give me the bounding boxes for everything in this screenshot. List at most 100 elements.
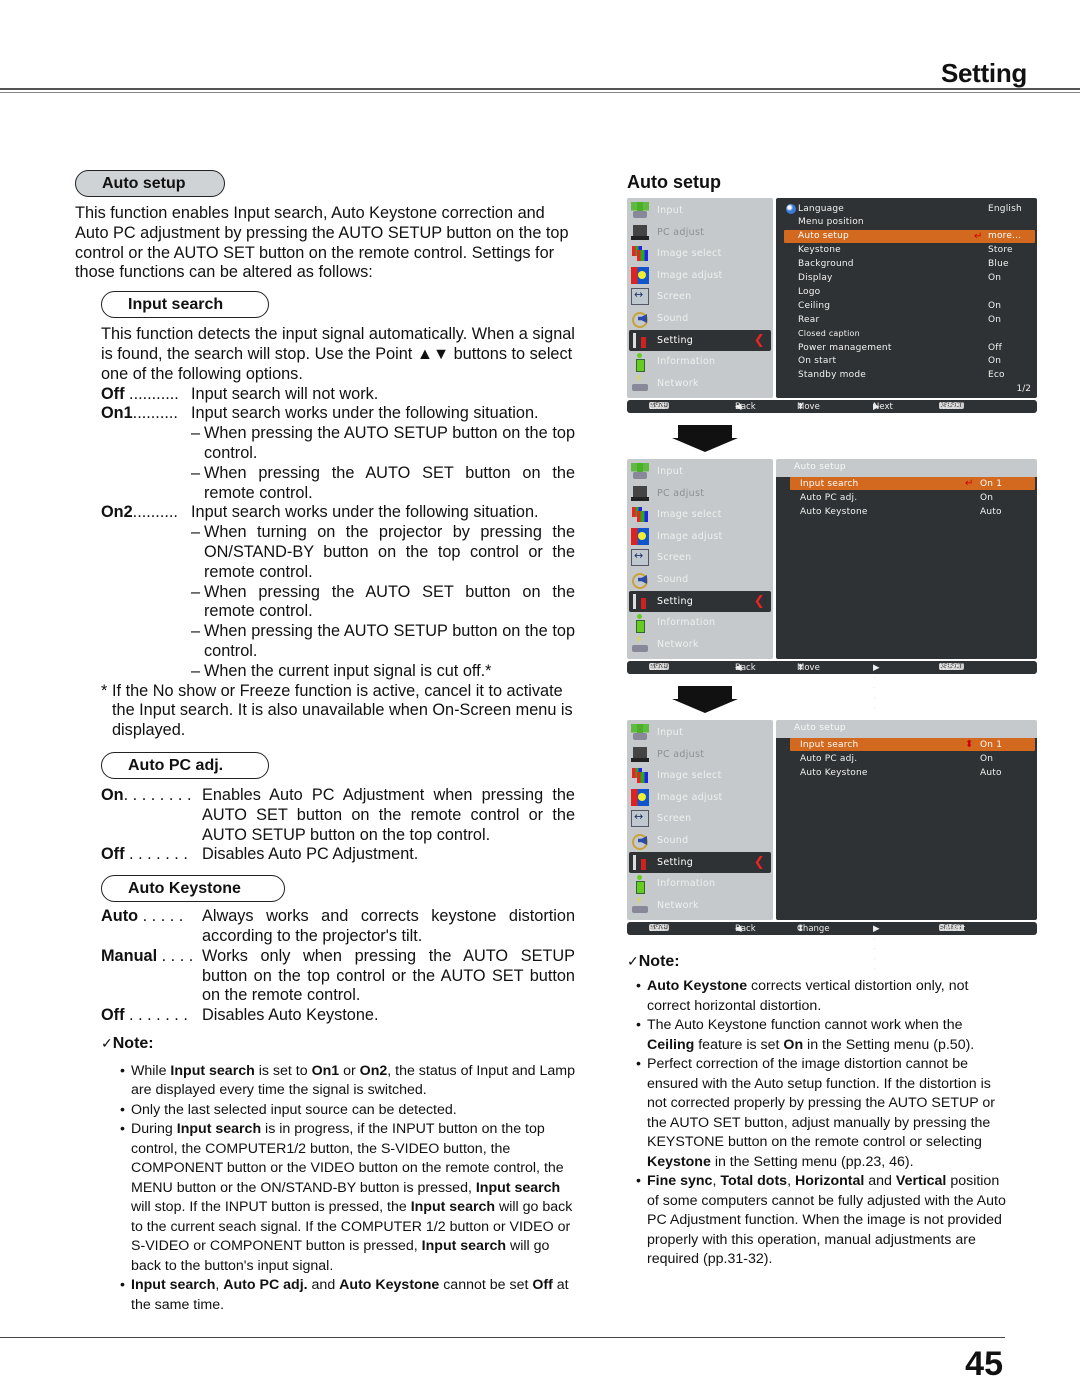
bold-term: Vertical — [895, 1173, 947, 1189]
osd-row-name: Input search — [800, 478, 859, 489]
submenu-title: Auto setup — [794, 462, 846, 472]
network-icon — [631, 894, 649, 914]
check-icon: ✓ — [101, 1034, 113, 1051]
note-item: • While Input search is set to On1 or On2… — [120, 1062, 575, 1101]
bullet: • — [120, 1121, 125, 1138]
footnote-mark: * — [101, 681, 108, 700]
osd-menu-label: Sound — [657, 574, 689, 585]
footnote: * If the No show or Freeze function is a… — [101, 682, 575, 741]
guide-label: Next — [873, 402, 893, 412]
setting-icon — [631, 854, 649, 871]
osd-menu-item-screen: Screen — [629, 808, 771, 829]
note-text: Auto Keystone corrects vertical distorti… — [647, 978, 969, 1014]
osd-menu-label: Input — [657, 466, 684, 477]
osd-menu-label: Image select — [657, 770, 722, 782]
left-notes: • While Input search is set to On1 or On2… — [120, 1062, 575, 1316]
osd-menu-label: Information — [657, 356, 716, 368]
osd-row-value: Blue — [988, 259, 1009, 270]
option-condition: – When pressing the AUTO SET button on th… — [191, 464, 575, 504]
option-key: Off . . . . . . . — [101, 1006, 202, 1026]
pc-adjust-icon — [631, 485, 649, 502]
input-icon — [631, 463, 649, 480]
intro-paragraph: This function enables Input search, Auto… — [75, 204, 569, 282]
osd-menu-item-information: Information — [629, 612, 771, 634]
down-arrow-icon — [672, 686, 738, 714]
footer-rule — [0, 1337, 1005, 1338]
osd-row-value: On — [980, 753, 994, 764]
osd-row-name: Auto Keystone — [800, 506, 868, 517]
option-key: On1.......... — [101, 404, 191, 424]
bold-term: Keystone — [647, 1153, 711, 1170]
option-dots: .......... — [132, 503, 178, 522]
osd-menu-label: PC adjust — [657, 748, 705, 760]
osd-guide-bar: MENU Exit ◀ Back ⬍ Move ▶ ----- SELECT Next — [627, 661, 1037, 713]
osd-row-auto-keystone: Auto Keystone Auto — [790, 766, 1035, 779]
option-row: Off ........... Input search will not wo… — [101, 385, 575, 405]
header-rule — [0, 88, 1080, 90]
page-number: 45 — [965, 1345, 1003, 1383]
language-globe-icon — [786, 204, 796, 214]
osd-row-value: Auto — [980, 767, 1002, 778]
option-text: Input search works under the following s… — [191, 404, 539, 423]
osd-setting-submenu: 1/2 Language English Menu position Auto setu… — [776, 198, 1037, 398]
auto-pc-options: On. . . . . . . . Enables Auto PC Adjustm… — [101, 786, 575, 865]
osd-menu-label: Image adjust — [657, 269, 723, 281]
option-text: Disables Auto Keystone. — [202, 1006, 379, 1025]
bold-term: Total dots — [720, 1173, 788, 1189]
osd-row-name: Auto Keystone — [800, 767, 868, 778]
note-item: • Auto Keystone corrects vertical distort… — [636, 977, 1006, 1016]
osd-row-rear: Rear On — [784, 313, 1035, 326]
osd-row-input-search: Input search ⬍ On 1 — [790, 738, 1035, 751]
option-condition: – When pressing the AUTO SETUP button on … — [191, 424, 575, 464]
note-text: Input search, Auto PC adj. and Auto Keys… — [131, 1277, 569, 1313]
osd-row-name: Ceiling — [798, 300, 831, 311]
auto-setup-pill: Auto setup — [75, 170, 225, 197]
up-down-icon: ⬍ — [965, 739, 974, 750]
osd-menu-item-image-select: Image select — [629, 765, 771, 786]
osd-menu-item-sound: Sound — [629, 308, 771, 329]
information-icon — [631, 353, 649, 373]
check-icon: ✓ — [627, 953, 639, 969]
option-text: Disables Auto PC Adjustment. — [202, 845, 419, 864]
osd-menu-item-image-adjust: Image adjust — [629, 265, 771, 286]
option-dots: .......... — [132, 404, 178, 423]
right-note-heading: ✓Note: — [627, 953, 680, 971]
osd-menu-label: PC adjust — [657, 487, 705, 499]
osd-row-name: On start — [798, 356, 837, 367]
osd-row-name: Menu position — [798, 217, 864, 228]
osd-row-value: On 1 — [980, 478, 1003, 489]
osd-menu-item-setting: Setting ❮ — [629, 329, 771, 351]
left-column: Auto setup This function enables Input s… — [75, 170, 575, 1315]
osd-menu-item-pc-adjust: PC adjust — [629, 744, 771, 765]
osd-row-ceiling: Ceiling On — [784, 299, 1035, 312]
osd-menu-label: PC adjust — [657, 226, 705, 238]
option-key: Off ........... — [101, 385, 191, 405]
sound-icon — [631, 832, 649, 850]
option-condition: – When the current input signal is cut o… — [191, 662, 575, 682]
osd-menu-label: Screen — [657, 813, 692, 825]
option-dots: . . . . . — [138, 907, 184, 926]
osd-menu-item-input: Input — [629, 461, 771, 482]
setting-icon — [631, 593, 649, 610]
option-dots: ........... — [124, 384, 179, 403]
guide-label: Exit — [649, 402, 666, 412]
osd-row-value: Off — [988, 342, 1003, 353]
condition-text: When pressing the AUTO SET button on the… — [204, 463, 575, 502]
guide-label: Move — [797, 663, 820, 673]
osd-menu-label: Setting — [657, 595, 694, 607]
pc-adjust-icon — [631, 224, 649, 241]
osd-menu-item-screen: Screen — [629, 547, 771, 568]
option-key-label: On1 — [101, 404, 133, 423]
option-text: Input search will not work. — [191, 384, 379, 403]
osd-menu-label: Image adjust — [657, 530, 723, 542]
osd-row-value: On — [980, 492, 994, 503]
selected-arrow-icon: ❮ — [753, 593, 765, 609]
guide-label: Change — [797, 924, 830, 934]
image-adjust-icon — [631, 527, 649, 545]
option-dots: . . . . . . . . — [123, 785, 192, 804]
condition-text: When pressing the AUTO SET button on the… — [204, 582, 575, 621]
pc-adjust-icon — [631, 746, 649, 763]
option-text: Always works and corrects keystone disto… — [202, 907, 575, 945]
bullet: • — [120, 1101, 125, 1118]
option-key-label: Auto — [101, 907, 139, 926]
